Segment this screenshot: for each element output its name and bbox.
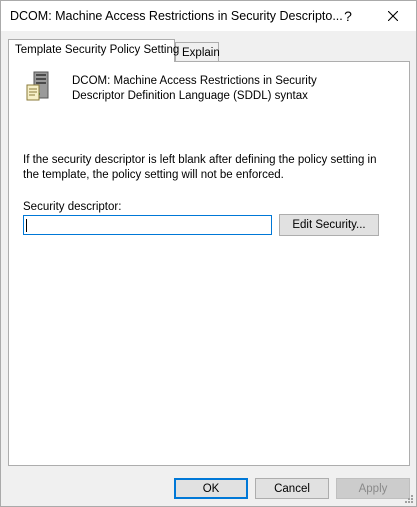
tab-explain[interactable]: Explain	[175, 42, 220, 62]
close-button[interactable]	[370, 1, 416, 31]
server-policy-icon	[26, 71, 49, 101]
close-icon	[388, 11, 398, 21]
security-descriptor-label: Security descriptor:	[23, 201, 122, 213]
window-title: DCOM: Machine Access Restrictions in Sec…	[10, 9, 343, 23]
tab-panel: DCOM: Machine Access Restrictions in Sec…	[8, 61, 410, 466]
security-descriptor-input[interactable]	[23, 215, 272, 235]
text-cursor	[26, 219, 27, 232]
resize-grip-icon[interactable]	[403, 493, 414, 504]
apply-button[interactable]: Apply	[336, 478, 410, 499]
ok-button[interactable]: OK	[174, 478, 248, 499]
policy-properties-dialog: DCOM: Machine Access Restrictions in Sec…	[0, 0, 417, 507]
title-bar: DCOM: Machine Access Restrictions in Sec…	[1, 1, 416, 31]
tab-template-security-policy-setting[interactable]: Template Security Policy Setting	[8, 39, 179, 62]
policy-title: DCOM: Machine Access Restrictions in Sec…	[72, 75, 317, 102]
cancel-button[interactable]: Cancel	[255, 478, 329, 499]
help-button[interactable]: ?	[325, 1, 371, 31]
edit-security-button[interactable]: Edit Security...	[279, 214, 379, 236]
blank-descriptor-note: If the security descriptor is left blank…	[23, 154, 377, 181]
